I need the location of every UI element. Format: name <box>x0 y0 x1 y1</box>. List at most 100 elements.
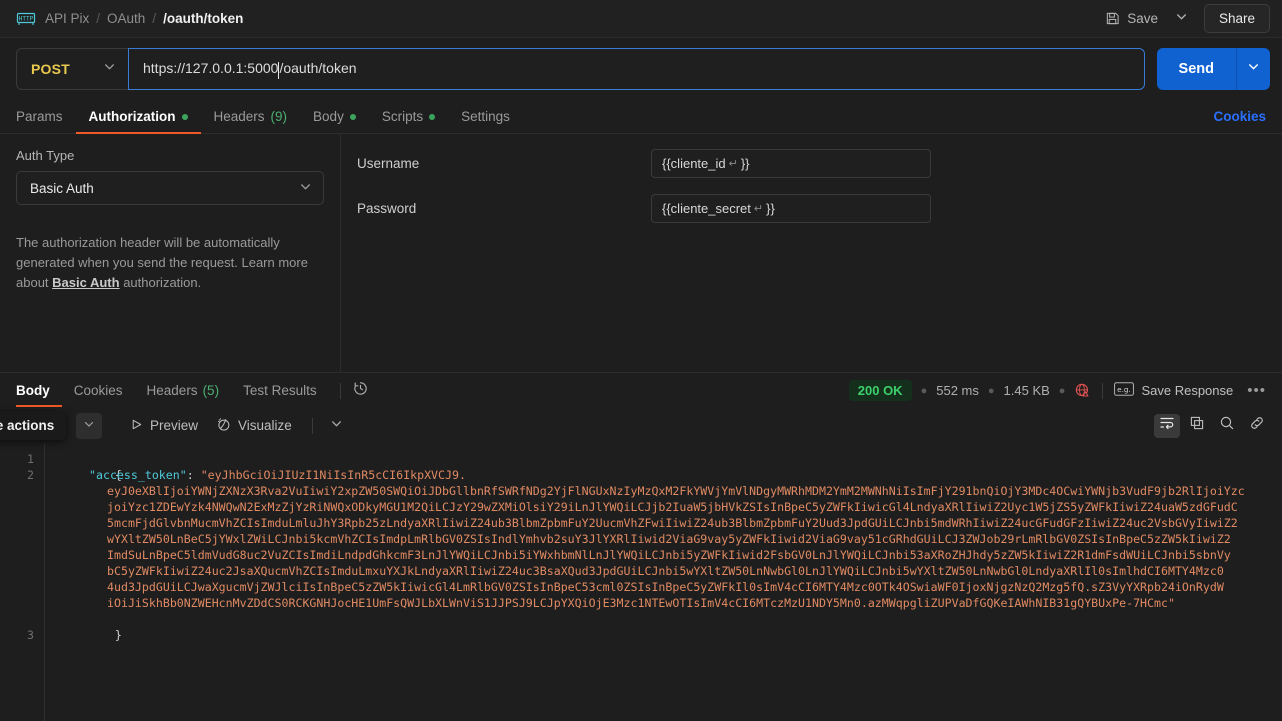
divider <box>1102 382 1104 399</box>
tab-settings[interactable]: Settings <box>448 100 523 134</box>
tab-label: Headers <box>213 109 265 124</box>
modified-dot-icon <box>429 113 436 120</box>
url-suffix: /oauth/token <box>279 60 357 77</box>
json-value-wrap: joiYzc1ZDEwYzk4NWQwN2ExMzZjYzRiNWQxODkyM… <box>107 499 1238 514</box>
json-value-wrap: 4ud3JpdGUiLCJwaXgucmVjZWJlciIsInBpeC5zZW… <box>107 579 1224 594</box>
save-response-button[interactable]: e.g. Save Response <box>1114 382 1233 399</box>
response-size: 1.45 KB <box>1003 383 1050 398</box>
tab-label: Params <box>16 109 63 124</box>
username-input[interactable]: {{cliente_id ↵ }} <box>651 148 931 178</box>
return-glyph: ↵ <box>753 202 764 215</box>
save-options-button[interactable] <box>1167 5 1196 33</box>
response-time: 552 ms <box>936 383 979 398</box>
link-icon <box>1249 415 1265 436</box>
json-value-wrap: wYXltZW50LnBeC5jYWxlZWiLCJnbi5kcmVhZCIsI… <box>107 531 1231 546</box>
chevron-down-icon <box>1175 10 1188 28</box>
breadcrumb-item-collection[interactable]: API Pix <box>45 11 89 26</box>
preview-label: Preview <box>150 418 199 433</box>
http-method-label: POST <box>31 61 70 77</box>
breadcrumb-separator: / <box>152 11 157 26</box>
link-button[interactable] <box>1244 414 1270 438</box>
response-tab-body[interactable]: Body <box>16 373 62 409</box>
json-value-wrap: 5mcmFjdGlvbnMucmVhZCIsImduLmluJhY3Rpb25z… <box>107 515 1238 530</box>
modified-dot-icon <box>349 113 356 120</box>
tab-params[interactable]: Params <box>16 100 76 134</box>
save-button[interactable]: Save <box>1096 6 1167 31</box>
tab-scripts[interactable]: Scripts <box>369 100 448 134</box>
copy-button[interactable] <box>1184 414 1210 438</box>
json-value-wrap: iOiJiSkhBb0NZWEHcnMvZDdCS0RCKGNHJocHE1Um… <box>107 595 1175 610</box>
code-line-token: "access_token": "eyJhbGciOiJIUzI1NiIsInR… <box>59 467 1272 483</box>
search-button[interactable] <box>1214 414 1240 438</box>
password-label: Password <box>357 200 417 216</box>
copy-icon <box>1189 415 1205 436</box>
username-label: Username <box>357 155 420 171</box>
status-badge: 200 OK <box>848 380 912 401</box>
visualize-options-button[interactable] <box>324 414 350 438</box>
username-row: Username {{cliente_id ↵ }} <box>357 148 1282 178</box>
clock-history-icon[interactable] <box>352 380 369 402</box>
request-url-row: POST https://127.0.0.1:5000/oauth/token … <box>0 38 1282 100</box>
tab-label: Settings <box>461 109 510 124</box>
body-format-dropdown-button[interactable] <box>76 412 102 439</box>
tab-label: Body <box>313 109 344 124</box>
json-content[interactable]: { "access_token": "eyJhbGciOiJIUzI1NiIsI… <box>44 442 1282 721</box>
meta-separator-dot: ● <box>1058 384 1066 397</box>
chevron-down-icon <box>299 180 312 196</box>
tab-body[interactable]: Body <box>300 100 369 134</box>
response-body-code[interactable]: 1 2 3 { "access_token": "eyJhbGciOiJIUzI… <box>0 442 1282 721</box>
save-response-label: Save Response <box>1141 383 1234 398</box>
svg-text:e.g.: e.g. <box>1118 385 1132 394</box>
send-options-button[interactable] <box>1236 48 1270 90</box>
cookies-link[interactable]: Cookies <box>1213 109 1266 124</box>
return-glyph: ↵ <box>728 157 738 170</box>
preview-button[interactable]: Preview <box>121 414 207 438</box>
chevron-down-icon <box>103 60 116 78</box>
password-input[interactable]: {{cliente_secret ↵ }} <box>651 193 931 223</box>
json-value-wrap: eyJ0eXBlIjoiYWNjZXNzX3Rva2VuIiwiY2xpZW50… <box>107 483 1245 498</box>
response-tab-test-results[interactable]: Test Results <box>231 373 329 409</box>
modified-dot-icon <box>181 113 188 120</box>
tab-label: Headers <box>146 383 198 398</box>
auth-type-value: Basic Auth <box>30 180 94 196</box>
code-line-close: } <box>59 611 1272 642</box>
chevron-down-icon <box>330 417 343 435</box>
url-input[interactable]: https://127.0.0.1:5000/oauth/token <box>128 48 1145 90</box>
breadcrumb-item-folder[interactable]: OAuth <box>107 11 145 26</box>
share-button[interactable]: Share <box>1203 4 1270 33</box>
json-close-brace: } <box>114 627 122 642</box>
send-button[interactable]: Send <box>1156 48 1236 90</box>
auth-help-text: The authorization header will be automat… <box>16 233 308 293</box>
password-value-open: {{cliente_secret <box>662 200 751 216</box>
search-icon <box>1219 415 1235 436</box>
word-wrap-button[interactable] <box>1154 413 1180 438</box>
visualize-label: Visualize <box>238 418 292 433</box>
response-tab-cookies[interactable]: Cookies <box>62 373 135 409</box>
help-text-after: authorization. <box>119 275 202 290</box>
auth-credentials-column: Username {{cliente_id ↵ }} Password {{cl… <box>341 134 1282 372</box>
tab-count: (9) <box>270 109 288 124</box>
globe-warning-icon[interactable] <box>1074 382 1091 399</box>
top-bar-actions: Save Share <box>1096 4 1270 33</box>
chevron-down-icon <box>83 417 95 435</box>
tab-label: Body <box>16 383 50 398</box>
meta-separator-dot: ● <box>987 384 995 397</box>
password-row: Password {{cliente_secret ↵ }} <box>357 193 1282 223</box>
json-colon: : <box>186 467 194 482</box>
visualize-button[interactable]: Visualize <box>207 413 301 439</box>
http-method-select[interactable]: POST <box>16 48 128 90</box>
tab-headers[interactable]: Headers (9) <box>201 100 301 134</box>
tab-label: Cookies <box>73 383 123 398</box>
breadcrumb-separator: / <box>96 11 101 26</box>
tab-authorization[interactable]: Authorization <box>75 100 201 134</box>
username-value-close: }} <box>740 155 750 171</box>
basic-auth-doc-link[interactable]: Basic Auth <box>52 275 119 290</box>
response-tab-headers[interactable]: Headers (5) <box>135 373 232 409</box>
tab-label: Scripts <box>381 109 424 124</box>
response-more-options-button[interactable]: ••• <box>1247 382 1266 399</box>
authorization-panel: Auth Type Basic Auth The authorization h… <box>0 134 1282 372</box>
breadcrumb-item-request[interactable]: /oauth/token <box>163 11 243 26</box>
response-tabs: Body Cookies Headers (5) Test Results 20… <box>0 373 1282 409</box>
line-number: 1 <box>27 451 34 466</box>
auth-type-select[interactable]: Basic Auth <box>16 171 324 205</box>
